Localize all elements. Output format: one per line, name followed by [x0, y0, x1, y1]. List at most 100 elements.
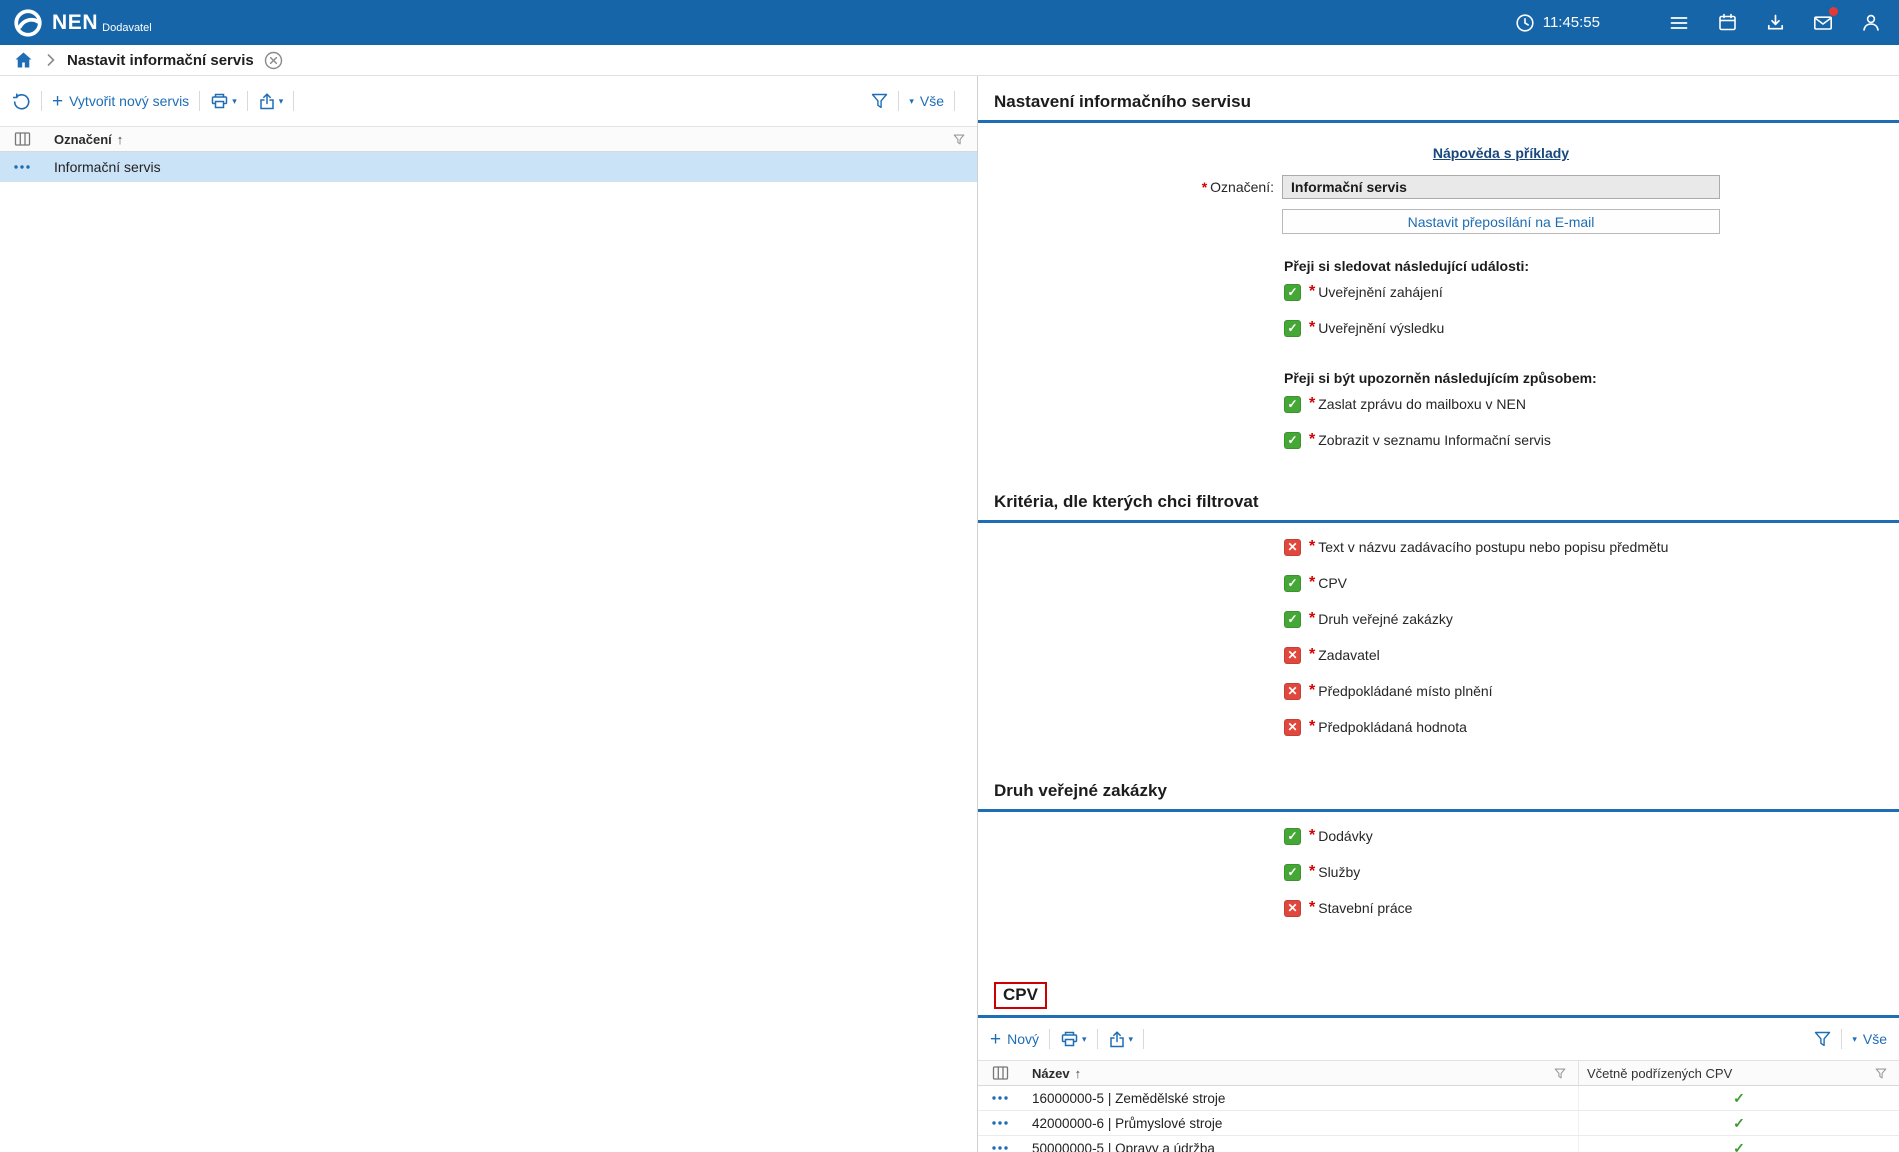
criteria-row: * Zadavatel [1284, 637, 1899, 673]
cpv-row[interactable]: 42000000-6 | Průmyslové stroje [978, 1111, 1899, 1136]
required-asterisk: * [1309, 682, 1315, 700]
content: + Vytvořit nový servis ▾ ▾ [0, 76, 1899, 1152]
column-header-label: Název [1032, 1066, 1070, 1081]
cpv-header-row: Název ↑ Včetně podřízených CPV [978, 1060, 1899, 1086]
row-menu-icon[interactable] [978, 1095, 1022, 1101]
cpv-row[interactable]: 50000000-5 | Opravy a údržba [978, 1136, 1899, 1152]
required-asterisk: * [1202, 179, 1207, 195]
print-icon[interactable]: ▾ [1060, 1030, 1087, 1048]
toolbar-separator [1049, 1029, 1050, 1049]
servis-detail-panel: Nastavení informačního servisu Nápověda … [978, 76, 1899, 1152]
column-filter-icon[interactable] [1875, 1068, 1887, 1079]
show-all-label: Vše [920, 93, 944, 109]
cpv-cell-name: 50000000-5 | Opravy a údržba [1022, 1136, 1578, 1152]
export-icon[interactable]: ▾ [258, 92, 284, 111]
checkbox-checked-icon[interactable] [1284, 432, 1301, 449]
checkbox-unchecked-icon[interactable] [1284, 539, 1301, 556]
checkbox-checked-icon[interactable] [1284, 396, 1301, 413]
column-filter-icon[interactable] [953, 134, 965, 145]
required-asterisk: * [1309, 319, 1315, 337]
cpv-row[interactable]: 16000000-5 | Zemědělské stroje [978, 1086, 1899, 1111]
cpv-new-button[interactable]: + Nový [990, 1030, 1039, 1049]
checkbox-label: Stavební práce [1318, 900, 1412, 916]
caret-down-icon: ▾ [232, 96, 237, 107]
notify-heading: Přeji si být upozorněn následujícím způs… [1284, 370, 1899, 386]
list-toolbar: + Vytvořit nový servis ▾ ▾ [0, 76, 977, 126]
row-menu-icon[interactable] [0, 164, 44, 170]
clock-widget: 11:45:55 [1515, 13, 1600, 33]
brand-name: NEN [52, 12, 98, 33]
caret-down-icon: ▾ [1129, 1034, 1134, 1045]
column-settings-icon[interactable] [0, 131, 44, 147]
column-header-nazev[interactable]: Název ↑ [1022, 1066, 1081, 1081]
row-menu-icon[interactable] [978, 1145, 1022, 1151]
checkbox-label: Dodávky [1318, 828, 1372, 844]
contract-type-row: * Dodávky [1284, 818, 1899, 854]
cpv-toolbar: + Nový ▾ ▾ [978, 1018, 1899, 1060]
checkbox-unchecked-icon[interactable] [1284, 683, 1301, 700]
toolbar-separator [898, 91, 899, 111]
mail-icon[interactable] [1799, 0, 1847, 45]
required-asterisk: * [1309, 827, 1315, 845]
menu-icon[interactable] [1655, 0, 1703, 45]
section-title-cpv: CPV [994, 982, 1047, 1009]
brand-subtitle: Dodavatel [102, 23, 152, 34]
cpv-name-text: 16000000-5 | Zemědělské stroje [1022, 1091, 1225, 1106]
row-menu-icon[interactable] [978, 1120, 1022, 1126]
filter-presets-button[interactable]: ▾ Vše [909, 93, 944, 109]
checkbox-label: Zaslat zprávu do mailboxu v NEN [1318, 396, 1526, 412]
servis-list-row[interactable]: Informační servis [0, 152, 977, 182]
refresh-icon[interactable] [12, 92, 31, 111]
column-header-label: Včetně podřízených CPV [1587, 1066, 1732, 1081]
topbar-time: 11:45:55 [1543, 14, 1600, 31]
section-title-contract-type: Druh veřejné zakázky [978, 747, 1899, 809]
criteria-row: * Předpokládaná hodnota [1284, 709, 1899, 745]
checkbox-checked-icon[interactable] [1284, 575, 1301, 592]
checkbox-checked-icon[interactable] [1284, 864, 1301, 881]
cpv-cell-included [1578, 1136, 1899, 1152]
help-link[interactable]: Nápověda s příklady [1282, 145, 1720, 161]
print-icon[interactable]: ▾ [210, 92, 237, 110]
criteria-row: * CPV [1284, 565, 1899, 601]
designation-input[interactable] [1282, 175, 1720, 199]
checkbox-unchecked-icon[interactable] [1284, 719, 1301, 736]
cpv-column-children: Včetně podřízených CPV [1578, 1061, 1899, 1085]
filter-icon[interactable] [1814, 1031, 1831, 1047]
create-servis-button[interactable]: + Vytvořit nový servis [52, 92, 189, 111]
cpv-cell-name: 42000000-6 | Průmyslové stroje [1022, 1111, 1578, 1135]
checkbox-checked-icon[interactable] [1284, 320, 1301, 337]
required-asterisk: * [1309, 574, 1315, 592]
checkbox-label: Uveřejnění výsledku [1318, 320, 1444, 336]
calendar-icon[interactable] [1703, 0, 1751, 45]
clock-icon [1515, 13, 1535, 33]
checkbox-unchecked-icon[interactable] [1284, 647, 1301, 664]
column-filter-icon[interactable] [1554, 1068, 1566, 1079]
topbar-actions: 11:45:55 [1515, 0, 1899, 45]
required-asterisk: * [1309, 538, 1315, 556]
close-tab-icon[interactable] [264, 51, 283, 70]
checkbox-label: Uveřejnění zahájení [1318, 284, 1443, 300]
brand[interactable]: NEN Dodavatel [12, 7, 152, 39]
column-header-oznaceni[interactable]: Označení ↑ [44, 132, 123, 147]
check-icon [1733, 1090, 1745, 1107]
column-settings-icon[interactable] [978, 1065, 1022, 1081]
contract-type-row: * Stavební práce [1284, 890, 1899, 926]
checkbox-label: Zobrazit v seznamu Informační servis [1318, 432, 1551, 448]
event-row: * Uveřejnění výsledku [1284, 310, 1899, 346]
export-icon[interactable]: ▾ [1108, 1030, 1134, 1049]
home-icon[interactable] [14, 51, 33, 69]
filter-icon[interactable] [871, 93, 888, 109]
app: NEN Dodavatel 11:45:55 [0, 0, 1899, 1152]
plus-icon: + [52, 92, 63, 111]
brand-text: NEN Dodavatel [52, 12, 152, 33]
checkbox-unchecked-icon[interactable] [1284, 900, 1301, 917]
cpv-new-label: Nový [1007, 1031, 1039, 1047]
download-icon[interactable] [1751, 0, 1799, 45]
checkbox-checked-icon[interactable] [1284, 828, 1301, 845]
filter-presets-button[interactable]: ▾ Vše [1852, 1031, 1887, 1047]
checkbox-checked-icon[interactable] [1284, 284, 1301, 301]
checkbox-checked-icon[interactable] [1284, 611, 1301, 628]
email-forwarding-button[interactable]: Nastavit přeposílání na E-mail [1282, 209, 1720, 234]
checkbox-label: Služby [1318, 864, 1360, 880]
user-icon[interactable] [1847, 0, 1895, 45]
